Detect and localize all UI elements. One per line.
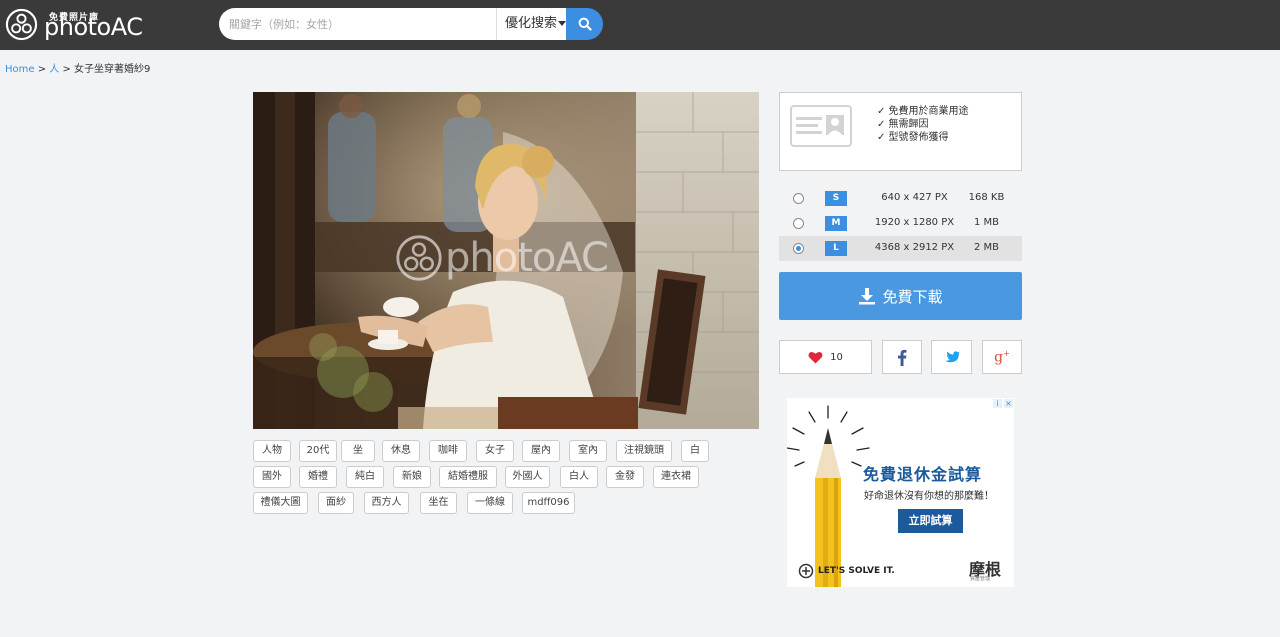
size-badge: L — [825, 241, 847, 256]
size-radio[interactable] — [793, 193, 804, 204]
photoac-watermark-icon — [396, 235, 442, 281]
twitter-share-button[interactable] — [931, 340, 972, 374]
logo-wordmark: photoAC — [44, 13, 143, 41]
search-icon — [578, 17, 592, 31]
tag-item[interactable]: 休息 — [382, 440, 420, 462]
tag-item[interactable]: 20代 — [299, 440, 337, 462]
download-icon — [859, 288, 876, 305]
search-input[interactable] — [219, 8, 496, 40]
ad-title: 免費退休金試算 — [863, 465, 983, 484]
size-option-l[interactable]: L 4368 x 2912 PX 2 MB — [779, 236, 1022, 261]
breadcrumb-current: 女子坐穿著婚紗9 — [74, 64, 151, 75]
size-badge: S — [825, 191, 847, 206]
tag-item[interactable]: 白人 — [560, 466, 598, 488]
tag-item[interactable]: 咖啡 — [429, 440, 467, 462]
size-option-m[interactable]: M 1920 x 1280 PX 1 MB — [779, 211, 1022, 236]
size-options: S 640 x 427 PX 168 KB M 1920 x 1280 PX 1… — [779, 186, 1022, 261]
tag-item[interactable]: 面紗 — [318, 492, 354, 514]
size-radio[interactable] — [793, 243, 804, 254]
twitter-icon — [944, 350, 960, 362]
breadcrumb: Home > 人 > 女子坐穿著婚紗9 — [5, 60, 150, 75]
license-info-box: ✓ 免費用於商業用途 ✓ 無需歸因 ✓ 型號發佈獲得 — [779, 92, 1022, 171]
ad-close-icon[interactable]: × — [1004, 399, 1013, 408]
watermark-text: photoAC — [445, 235, 609, 281]
google-plus-icon: g+ — [994, 348, 1010, 366]
ad-choices[interactable]: i × — [993, 399, 1013, 408]
tag-item[interactable]: 女子 — [476, 440, 514, 462]
breadcrumb-category-link[interactable]: 人 — [49, 64, 59, 75]
search-mode-label: 優化搜索 — [505, 16, 558, 31]
tag-item[interactable]: 純白 — [346, 466, 384, 488]
tag-item[interactable]: 室內 — [569, 440, 607, 462]
tag-item[interactable]: 結婚禮服 — [439, 466, 497, 488]
free-download-button[interactable]: 免費下載 — [779, 272, 1022, 320]
photo-watermark: photoAC — [395, 234, 609, 282]
advertisement[interactable]: 免費退休金試算 好命退休沒有你想的那麼難！ 立即試算 LET'S SOLVE I… — [787, 398, 1014, 587]
breadcrumb-home-link[interactable]: Home — [5, 64, 35, 75]
size-dimensions: 4368 x 2912 PX — [874, 242, 955, 253]
adchoices-icon[interactable]: i — [993, 399, 1002, 408]
breadcrumb-separator: > — [34, 64, 50, 75]
size-filesize: 168 KB — [968, 192, 1005, 203]
ad-brand-icon — [798, 563, 814, 579]
main-photo[interactable]: photoAC — [253, 92, 759, 429]
tag-item[interactable]: 西方人 — [364, 492, 409, 514]
google-plus-share-button[interactable]: g+ — [982, 340, 1022, 374]
caret-down-icon — [558, 21, 567, 26]
tag-item[interactable]: 坐 — [341, 440, 375, 462]
size-option-s[interactable]: S 640 x 427 PX 168 KB — [779, 186, 1022, 211]
tag-item[interactable]: 人物 — [253, 440, 291, 462]
facebook-share-button[interactable] — [882, 340, 922, 374]
tag-item[interactable]: 坐在 — [420, 492, 457, 514]
size-filesize: 1 MB — [973, 217, 1000, 228]
search-bar: 優化搜索 — [219, 8, 603, 40]
size-filesize: 2 MB — [973, 242, 1000, 253]
tag-item[interactable]: 一條線 — [467, 492, 513, 514]
photoac-logo[interactable]: 免費照片庫 photoAC — [5, 8, 145, 42]
ad-brand-subtitle: 資產管理 — [970, 576, 991, 582]
heart-icon — [808, 351, 823, 364]
tag-item[interactable]: 注視鏡頭 — [616, 440, 672, 462]
tag-item[interactable]: 新娘 — [393, 466, 431, 488]
like-count: 10 — [830, 351, 843, 363]
photoac-logo-icon — [5, 8, 38, 41]
size-dimensions: 1920 x 1280 PX — [874, 217, 955, 228]
tag-item[interactable]: 禮儀大圖 — [253, 492, 308, 514]
license-features: ✓ 免費用於商業用途 ✓ 無需歸因 ✓ 型號發佈獲得 — [877, 105, 969, 144]
tag-item[interactable]: 屋內 — [522, 440, 560, 462]
ad-slogan: LET'S SOLVE IT. — [818, 566, 895, 576]
search-button[interactable] — [566, 8, 603, 40]
size-dimensions: 640 x 427 PX — [881, 192, 948, 203]
license-feature: ✓ 無需歸因 — [877, 119, 929, 130]
tag-item[interactable]: 國外 — [253, 466, 291, 488]
breadcrumb-separator: > — [59, 64, 75, 75]
search-mode-select[interactable]: 優化搜索 — [496, 8, 567, 40]
tag-item[interactable]: 連衣裙 — [653, 466, 699, 488]
tag-item[interactable]: 外國人 — [505, 466, 550, 488]
license-feature: ✓ 免費用於商業用途 — [877, 106, 969, 117]
tag-item[interactable]: 白 — [681, 440, 709, 462]
top-header: 免費照片庫 photoAC 優化搜索 — [0, 0, 1280, 50]
ad-cta-button[interactable]: 立即試算 — [898, 509, 963, 533]
like-button[interactable]: 10 — [779, 340, 872, 374]
size-badge: M — [825, 216, 847, 231]
size-radio[interactable] — [793, 218, 804, 229]
download-label: 免費下載 — [882, 287, 943, 306]
facebook-icon — [898, 349, 907, 366]
tag-item[interactable]: 金發 — [606, 466, 644, 488]
id-card-icon — [790, 105, 852, 147]
license-feature: ✓ 型號發佈獲得 — [877, 132, 949, 143]
ad-subtitle: 好命退休沒有你想的那麼難！ — [864, 491, 994, 502]
tag-item[interactable]: 婚禮 — [299, 466, 337, 488]
tag-item[interactable]: mdff096 — [522, 492, 575, 514]
